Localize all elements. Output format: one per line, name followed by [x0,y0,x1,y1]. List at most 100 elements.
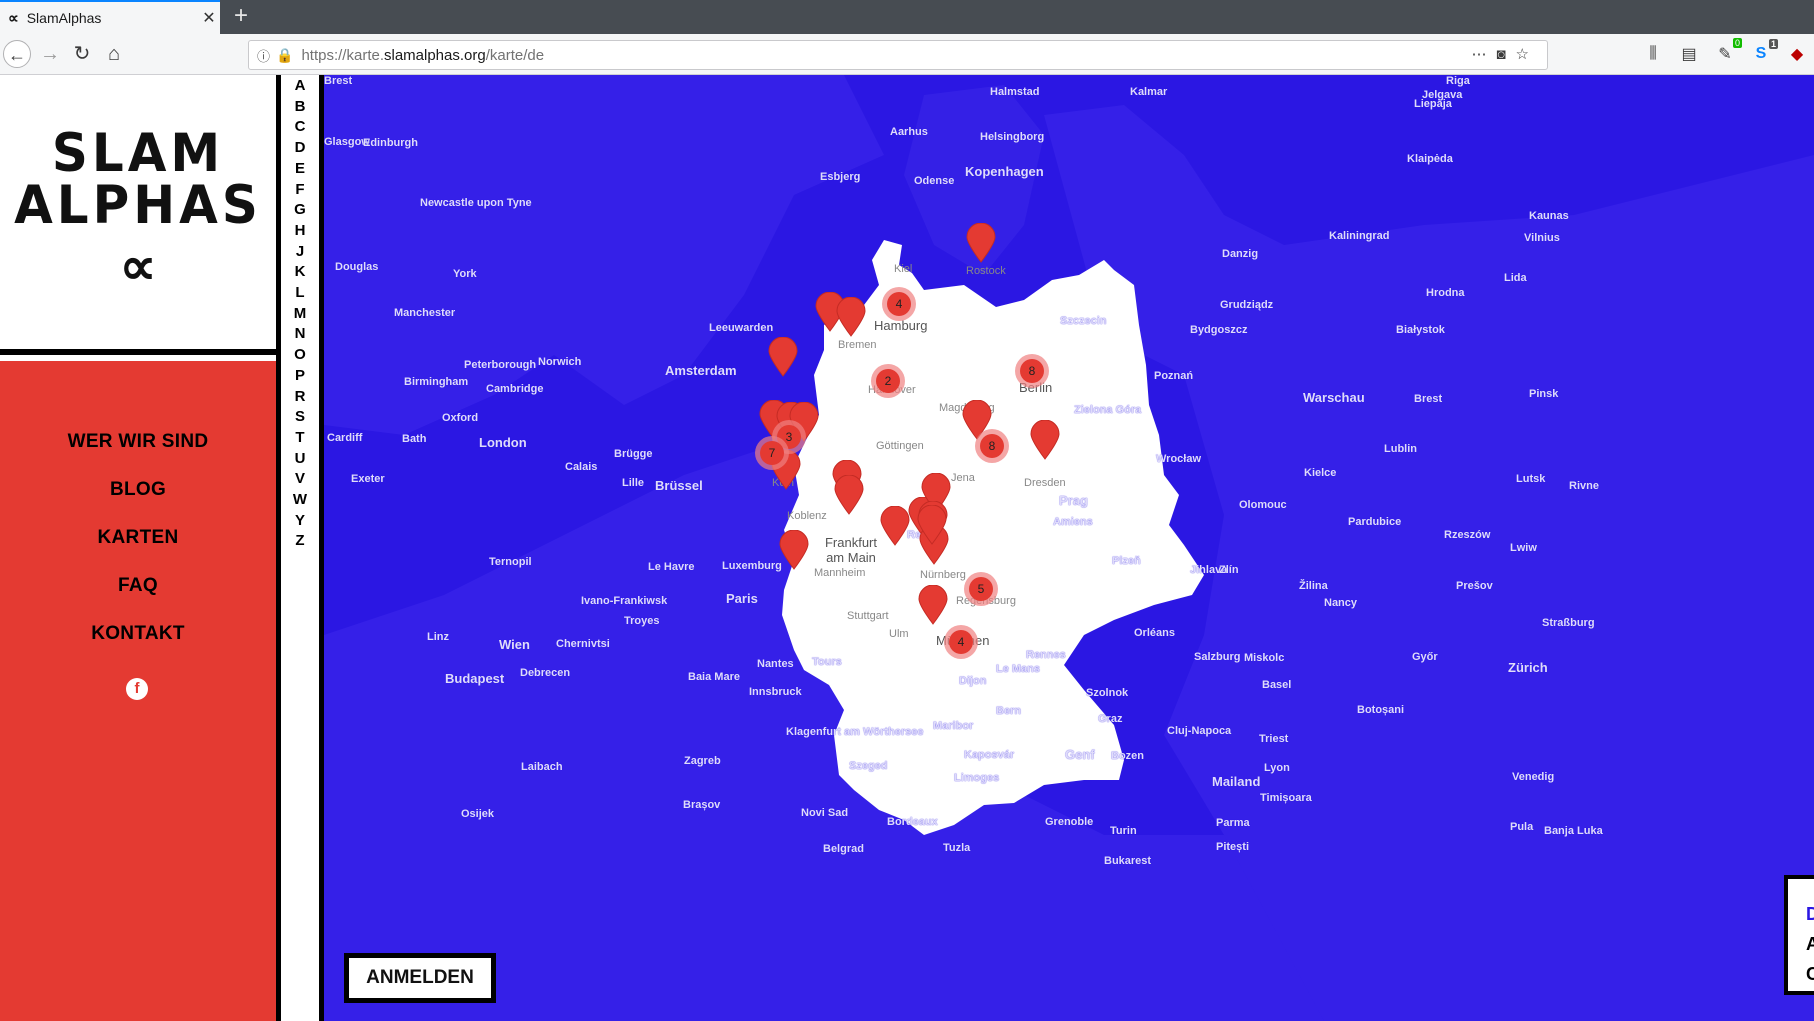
city-label: Bordeaux [887,816,938,828]
city-label: Douglas [335,261,379,273]
alphabet-letter[interactable]: S [281,408,319,425]
alphabet-letter[interactable]: F [281,181,319,198]
alphabet-letter[interactable]: V [281,470,319,487]
forward-button[interactable]: → [36,40,64,68]
alphabet-letter[interactable]: B [281,98,319,115]
city-label: Leeuwarden [709,322,774,334]
city-label: Amiens [1053,516,1093,528]
extension-s-icon[interactable]: S1 [1750,39,1778,63]
page-actions[interactable]: ⋯◙☆ [1471,45,1539,63]
corner-line1: D [1806,904,1814,924]
marker-cluster[interactable]: 8 [1015,354,1049,388]
alphabet-letter[interactable]: T [281,429,319,446]
info-icon[interactable]: ⓘ [257,46,270,65]
marker-cluster[interactable]: 4 [944,625,978,659]
map-marker-icon[interactable] [917,505,947,545]
city-label: Bozen [1111,750,1144,762]
toolbar-icons: ⫼ ▤ ✎ 0 S1 ◆ [1642,38,1814,68]
alphabet-letter[interactable]: Z [281,532,319,549]
city-label: Szolnok [1086,687,1129,699]
url-text: https://karte.slamalphas.org/karte/de [301,46,545,64]
marker-cluster[interactable]: 7 [755,436,789,470]
alphabet-letter[interactable]: W [281,491,319,508]
alphabet-letter[interactable]: P [281,367,319,384]
alphabet-letter[interactable]: J [281,243,319,260]
menu-item-kontakt[interactable]: KONTAKT [0,623,276,645]
city-label: Newcastle upon Tyne [420,197,532,209]
menu-item-blog[interactable]: BLOG [0,479,276,501]
alphabet-letter[interactable]: D [281,139,319,156]
city-label: Wrocław [1156,453,1202,465]
sidebar-icon[interactable]: ▤ [1678,44,1700,64]
city-label: Pinsk [1529,388,1559,400]
alphabet-letter[interactable]: Y [281,512,319,529]
ublock-icon[interactable]: ◆ [1786,44,1808,64]
facebook-icon[interactable]: f [126,678,148,700]
cluster-count: 5 [969,577,993,601]
city-label: Novi Sad [801,807,849,819]
address-bar[interactable]: ⓘ 🔒 https://karte.slamalphas.org/karte/d… [248,40,1548,70]
map-marker-icon[interactable] [768,337,798,377]
alphabet-letter[interactable]: H [281,222,319,239]
city-label: Szczecin [1060,315,1107,327]
browser-nav-bar: ← → ↻ ⌂ ⓘ 🔒 https://karte.slamalphas.org… [0,34,1814,75]
marker-cluster[interactable]: 4 [882,287,916,321]
logo-panel[interactable]: SLAM ALPHAS ∝ [0,75,276,355]
city-label: Lublin [1384,443,1417,455]
city-label: York [453,268,477,280]
more-icon[interactable]: ⋯ [1471,46,1496,63]
city-label: Osijek [461,808,495,820]
browser-tab[interactable]: ∝ SlamAlphas ✕ [0,0,220,34]
alphabet-letter[interactable]: L [281,284,319,301]
alphabet-letter[interactable]: G [281,201,319,218]
login-button[interactable]: ANMELDEN [344,953,496,1003]
back-button[interactable]: ← [3,40,31,68]
map-marker-icon[interactable] [779,530,809,570]
alphabet-letter[interactable]: M [281,305,319,322]
home-button[interactable]: ⌂ [100,40,128,68]
alphabet-letter[interactable]: A [281,77,319,94]
city-label: Amsterdam [665,363,737,378]
bookmark-star-icon[interactable]: ☆ [1516,46,1539,63]
marker-cluster[interactable]: 8 [975,429,1009,463]
menu-item-faq[interactable]: FAQ [0,575,276,597]
new-tab-button[interactable]: + [228,3,254,31]
map-marker-icon[interactable] [834,475,864,515]
alphabet-letter[interactable]: O [281,346,319,363]
map-marker-icon[interactable] [918,585,948,625]
city-label: Straßburg [1542,617,1595,629]
city-label: Prag [1059,493,1088,508]
city-label: Salzburg [1194,651,1241,663]
alphabet-letter[interactable]: U [281,450,319,467]
city-label: Cluj-Napoca [1167,725,1232,737]
alphabet-letter[interactable]: N [281,325,319,342]
menu-item-wer-wir-sind[interactable]: WER WIR SIND [0,431,276,453]
city-label: Ivano-Frankiwsk [581,595,668,607]
alphabet-letter[interactable]: R [281,388,319,405]
alphabet-letter[interactable]: K [281,263,319,280]
city-label: Rzeszów [1444,529,1491,541]
map-marker-icon[interactable] [836,297,866,337]
city-label: Troyes [624,615,660,627]
city-label: Botoșani [1357,704,1405,716]
pocket-icon[interactable]: ◙ [1496,46,1515,63]
corner-info-box[interactable]: D A C [1784,875,1814,995]
map-marker-icon[interactable] [1030,420,1060,460]
city-label: Kaposvár [964,749,1015,761]
city-label: Bydgoszcz [1190,324,1248,336]
extension-icon[interactable]: ✎ 0 [1714,38,1742,64]
alphabet-letter[interactable]: C [281,118,319,135]
close-tab-icon[interactable]: ✕ [198,8,220,28]
menu-item-karten[interactable]: KARTEN [0,527,276,549]
map-marker-icon[interactable] [966,223,996,263]
map[interactable]: Kiel Rostock Hamburg Bremen Szczecin Han… [324,75,1814,1021]
marker-cluster[interactable]: 5 [964,572,998,606]
city-label: Lutsk [1516,473,1546,485]
alphabet-letter[interactable]: E [281,160,319,177]
map-marker-icon[interactable] [880,506,910,546]
city-label: Rostock [966,265,1006,277]
reload-button[interactable]: ↻ [68,40,96,68]
city-label: Kielce [1304,467,1337,479]
library-icon[interactable]: ⫼ [1642,45,1664,63]
marker-cluster[interactable]: 2 [871,364,905,398]
